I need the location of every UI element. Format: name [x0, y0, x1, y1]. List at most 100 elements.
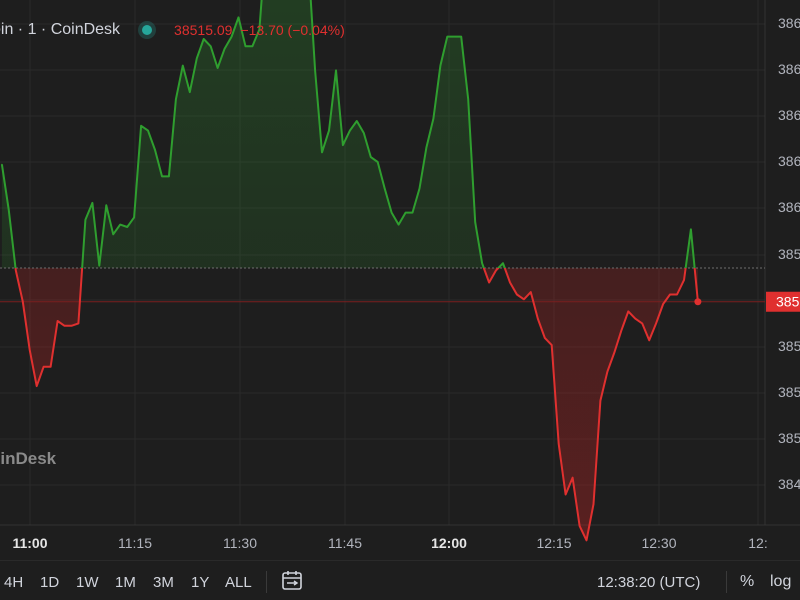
data-point: [558, 443, 560, 445]
symbol-title[interactable]: oin · 1 · CoinDesk: [0, 21, 120, 39]
data-point: [391, 212, 393, 214]
legend-change: −13.70 (−0.04%): [240, 22, 345, 38]
data-point: [613, 351, 616, 353]
chart-fills: [1, 0, 698, 541]
range-4h[interactable]: 4H: [4, 574, 23, 591]
data-point: [669, 293, 671, 296]
x-tick-label: 11:45: [328, 535, 362, 551]
data-point: [446, 36, 448, 38]
data-point: [63, 325, 66, 327]
data-point: [495, 269, 497, 271]
data-point: [579, 525, 581, 527]
data-point: [662, 303, 664, 305]
data-point: [328, 130, 330, 132]
data-point: [175, 98, 177, 100]
data-point: [516, 293, 518, 296]
data-point: [370, 156, 372, 158]
range-3m[interactable]: 3M: [153, 574, 174, 591]
data-point: [502, 262, 504, 264]
y-tick-label: 385: [778, 246, 800, 262]
data-point: [22, 301, 24, 303]
y-tick-label: 386: [778, 107, 800, 123]
data-point: [84, 219, 86, 221]
last-price-tag-label: 385: [776, 294, 800, 310]
data-point: [398, 224, 400, 226]
x-tick-label: 12:15: [536, 535, 571, 551]
x-tick-label: 12:30: [641, 535, 676, 551]
data-point: [57, 320, 59, 322]
range-1w[interactable]: 1W: [76, 574, 99, 591]
data-point: [418, 187, 421, 190]
data-point: [676, 293, 678, 296]
x-tick-label: 11:15: [118, 535, 152, 551]
data-point: [147, 130, 149, 132]
y-tick-label: 385: [778, 430, 800, 446]
data-point: [182, 65, 184, 67]
data-point: [126, 226, 128, 228]
chart-legend: oin · 1 · CoinDesk 38515.09 −13.70 (−0.0…: [0, 18, 345, 42]
data-point: [432, 118, 434, 120]
data-point: [488, 281, 490, 284]
bottom-toolbar: 4H 1D 1W 1M 3M 1Y ALL 12:38:20 (UTC) % l…: [0, 560, 800, 600]
data-point: [634, 318, 636, 320]
data-point: [606, 371, 609, 373]
calendar-range-icon[interactable]: [281, 570, 305, 596]
y-tick-label: 386: [778, 199, 800, 215]
price-chart[interactable]: 386 386 386 386 386 385 385 385 385 385 384 11:00 11…: [0, 0, 800, 560]
data-point: [50, 366, 52, 368]
data-point: [474, 221, 476, 223]
data-point: [411, 212, 414, 214]
range-1d[interactable]: 1D: [40, 574, 59, 591]
market-status-icon: [142, 25, 153, 35]
data-point: [384, 187, 386, 190]
y-tick-label: 384: [778, 476, 800, 492]
range-1y[interactable]: 1Y: [191, 574, 209, 591]
data-point: [168, 175, 170, 177]
last-price-dot: [694, 298, 702, 306]
data-point: [641, 322, 643, 324]
data-point: [140, 125, 142, 127]
data-point: [161, 175, 163, 177]
data-point: [460, 36, 462, 38]
area-fill-below-baseline: [1, 268, 698, 541]
data-point: [481, 262, 483, 264]
data-point: [592, 503, 595, 505]
x-tick-label: 11:30: [223, 535, 257, 551]
data-point: [224, 48, 226, 50]
y-tick-label: 386: [778, 15, 800, 31]
data-point: [15, 269, 17, 271]
data-point: [91, 202, 93, 204]
percent-toggle[interactable]: %: [740, 573, 754, 591]
data-point: [189, 91, 191, 93]
utc-clock[interactable]: 12:38:20 (UTC): [597, 574, 700, 591]
data-point: [244, 45, 247, 47]
data-point: [77, 322, 79, 324]
data-point: [572, 477, 574, 479]
data-point: [537, 318, 539, 320]
data-point: [119, 224, 121, 226]
data-point: [363, 132, 365, 134]
data-point: [655, 322, 657, 324]
data-point: [425, 146, 427, 149]
data-point: [544, 337, 546, 339]
range-all[interactable]: ALL: [225, 574, 252, 591]
data-point: [98, 265, 100, 267]
legend-price: 38515.09: [174, 22, 233, 38]
y-tick-label: 386: [778, 153, 800, 169]
x-tick-label: 11:00: [12, 535, 47, 551]
data-point: [321, 151, 323, 153]
data-point: [565, 493, 567, 496]
range-1m[interactable]: 1M: [115, 574, 136, 591]
data-point: [467, 98, 469, 100]
data-point: [112, 233, 114, 235]
data-point: [8, 209, 10, 211]
data-point: [105, 204, 107, 206]
data-point: [683, 279, 685, 281]
data-point: [1, 163, 3, 165]
data-point: [314, 69, 316, 71]
data-point: [585, 539, 588, 541]
data-point: [251, 45, 253, 47]
log-toggle[interactable]: log: [770, 573, 791, 591]
data-point: [690, 228, 692, 230]
data-point: [530, 291, 532, 293]
